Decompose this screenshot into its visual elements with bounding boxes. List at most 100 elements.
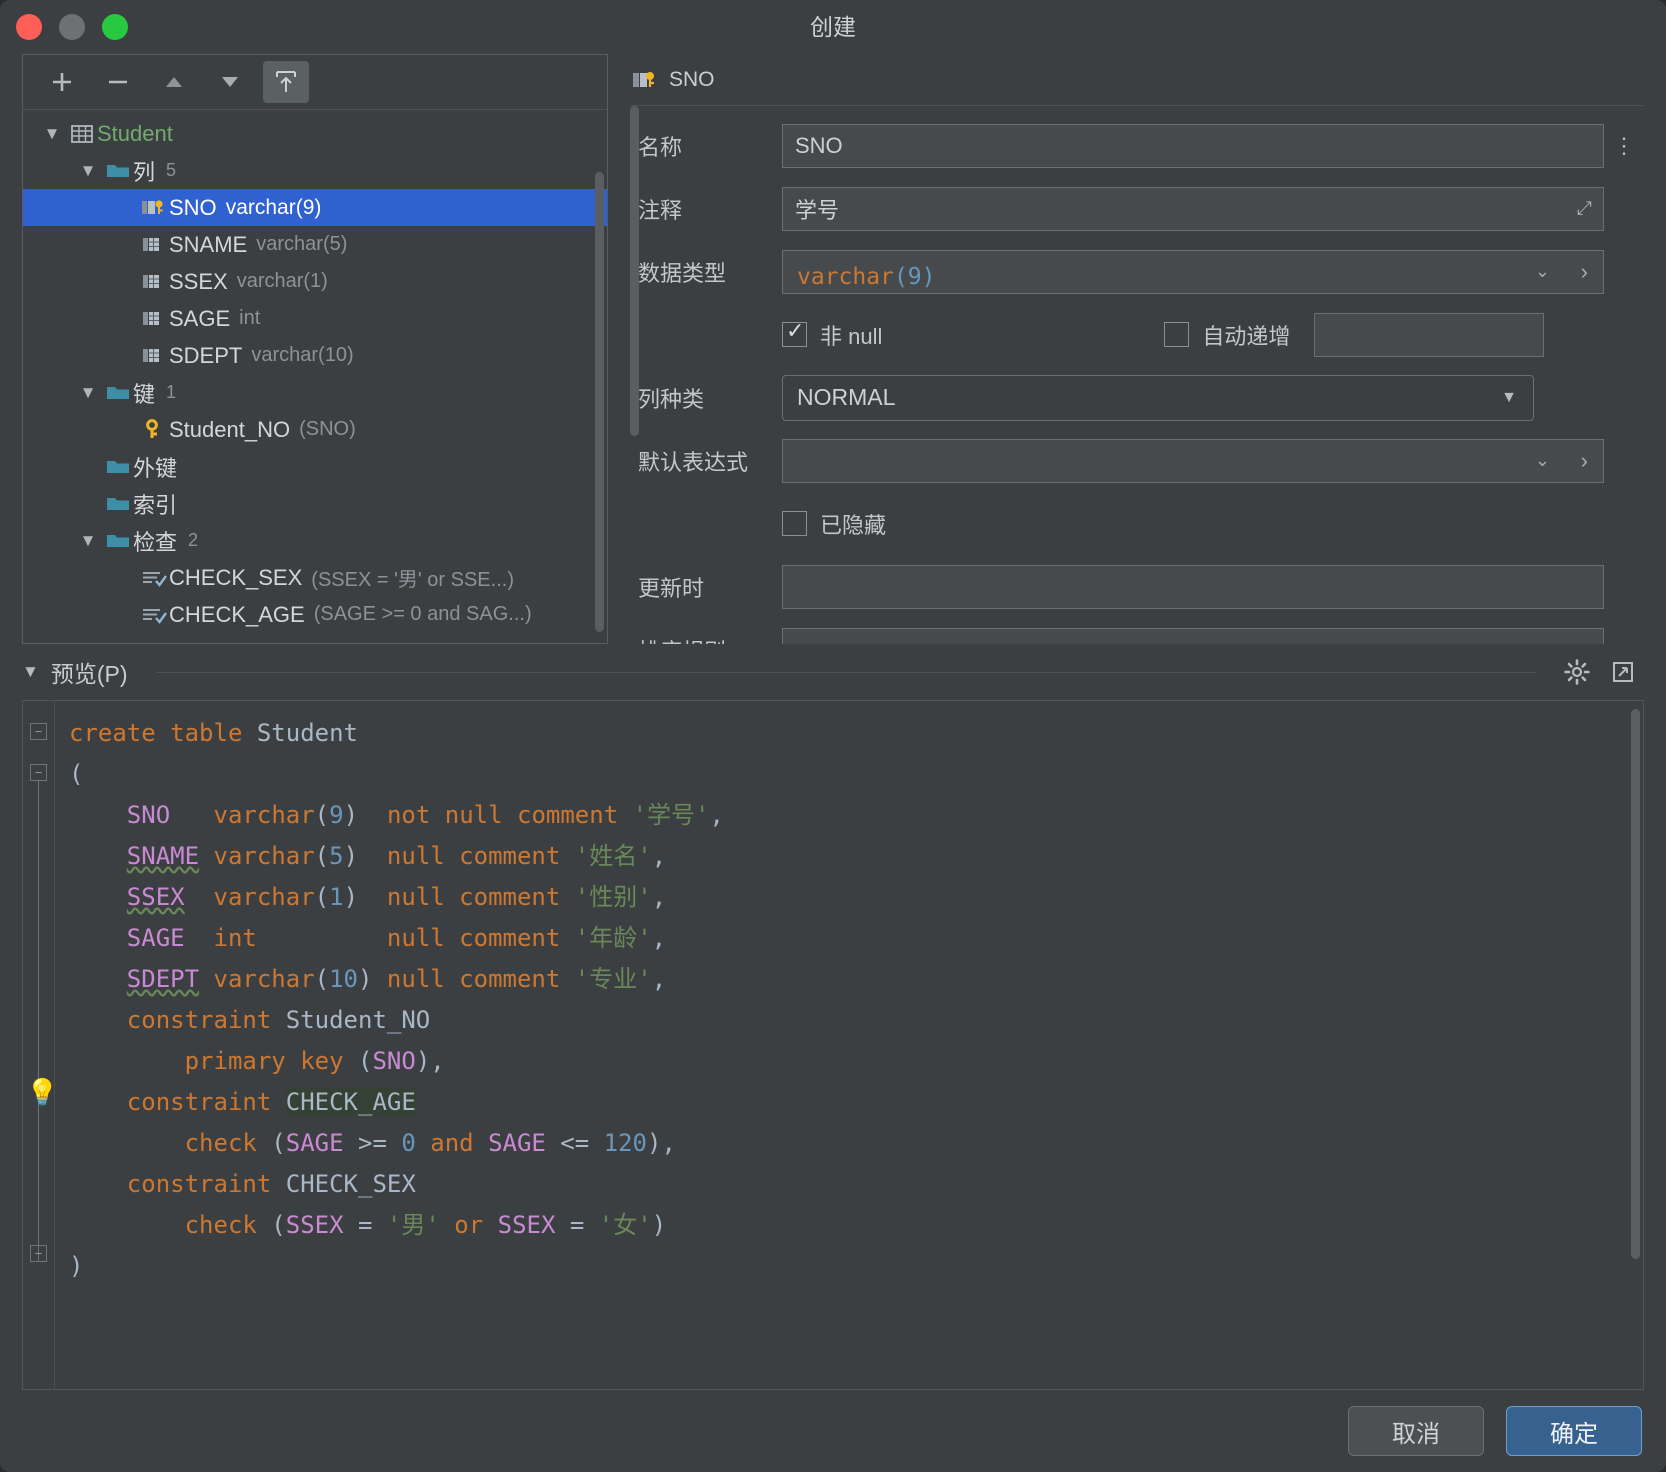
move-up-button[interactable] [151, 61, 197, 103]
title-bar: 创建 [0, 0, 1666, 54]
window-title: 创建 [810, 14, 856, 40]
tree-node-detail: (SNO) [299, 418, 356, 440]
sql-preview[interactable]: − − − 💡 create table Student ( SNO varch… [22, 700, 1644, 1390]
tree-node-count: 1 [166, 382, 177, 402]
not-null-checkbox-box[interactable] [782, 318, 807, 347]
tree-node-label: SDEPT [169, 342, 243, 368]
tree-expand-arrow[interactable]: ▼ [73, 161, 103, 181]
column-icon [139, 269, 169, 295]
export-to-file-button[interactable] [263, 61, 309, 103]
tree-node[interactable]: ▼CHECK_SEX(SSEX = '男' or SSE...) [23, 559, 607, 596]
default-expression-label: 默认表达式 [638, 449, 749, 475]
hidden-checkbox[interactable]: 已隐藏 [782, 493, 886, 555]
tree-scrollbar[interactable] [595, 172, 604, 632]
tree-node[interactable]: ▼CHECK_AGE(SAGE >= 0 and SAG...) [23, 596, 607, 633]
tree-expand-arrow[interactable]: ▼ [73, 383, 103, 403]
intention-bulb-icon[interactable]: 💡 [26, 1077, 58, 1108]
column-header-title: SNO [669, 67, 715, 91]
tree-node[interactable]: ▼ 检查 2 [23, 522, 607, 559]
move-down-button[interactable] [207, 61, 253, 103]
tree-node[interactable]: ▼SAGEint [23, 300, 607, 337]
code-scrollbar[interactable] [1631, 709, 1640, 1259]
tree-node-detail: int [239, 307, 261, 329]
key-icon [139, 417, 169, 443]
tree-node-label: 检查 [133, 529, 178, 555]
auto-increment-checkbox-box[interactable] [1164, 322, 1190, 347]
name-label: 名称 [638, 134, 683, 160]
tree-node-detail: varchar(10) [251, 344, 354, 366]
ok-button[interactable]: 确定 [1506, 1406, 1642, 1456]
tree-expand-arrow[interactable]: ▼ [37, 124, 67, 144]
fold-marker[interactable]: − [30, 1245, 47, 1262]
tree-node[interactable]: ▼ Student [23, 115, 607, 152]
tree-node-label: Student [97, 120, 173, 146]
object-tree[interactable]: ▼ Student ▼ 列5 ▼ SNO varchar(9) ▼ SNAME varchar(5… [23, 110, 607, 643]
tree-node[interactable]: ▼SSEXvarchar(1) [23, 263, 607, 300]
remove-button[interactable] [95, 61, 141, 103]
column-form: 名称 SNO ⋮ 注释 学号 ⤢ 数据类型 varchar (9) ⌄ › ✓ … [630, 106, 1644, 644]
gear-icon[interactable] [1564, 659, 1598, 685]
auto-increment-input[interactable] [1314, 312, 1545, 357]
tree-node[interactable]: ▼Student_NO(SNO) [23, 411, 607, 448]
check-icon [139, 602, 169, 628]
auto-increment-label: 自动递增 [1202, 323, 1291, 349]
fold-marker[interactable]: − [30, 764, 47, 781]
column-icon [139, 343, 169, 369]
on-update-input[interactable] [782, 564, 1604, 609]
name-input[interactable]: SNO [782, 123, 1604, 168]
datatype-label: 数据类型 [638, 260, 727, 286]
tree-node-detail: varchar(1) [236, 270, 328, 292]
cancel-button[interactable]: 取消 [1348, 1406, 1484, 1456]
add-button[interactable] [39, 61, 85, 103]
default-chevron-down-icon[interactable]: ⌄ [1535, 450, 1550, 471]
form-row-column-kind: 列种类 NORMAL ▼ [630, 366, 1644, 429]
form-scrollbar[interactable] [630, 106, 639, 436]
table-icon [67, 121, 97, 147]
preview-header: ▼ 预览(P) [0, 644, 1666, 700]
default-expression-input[interactable] [782, 438, 1604, 483]
auto-increment-checkbox[interactable]: 自动递增 [1164, 304, 1290, 366]
chevron-down-icon[interactable]: ⌄ [1535, 261, 1550, 282]
close-window-button[interactable] [16, 14, 42, 40]
more-options-icon[interactable]: ⋮ [1604, 133, 1644, 159]
expand-editor-icon[interactable]: ⤢ [1577, 198, 1592, 220]
chevron-right-icon[interactable]: › [1581, 259, 1588, 285]
column-icon [139, 306, 169, 332]
form-row-default: 默认表达式 ⌄ › [630, 429, 1644, 492]
tree-node[interactable]: ▼外键 [23, 448, 607, 485]
tree-node-detail: varchar(5) [256, 233, 348, 255]
tree-node[interactable]: ▼SNAMEvarchar(5) [23, 226, 607, 263]
tree-node[interactable]: ▼ 键 1 [23, 374, 607, 411]
create-table-dialog: 创建 ▼ Student ▼ 列 5 SNO varchar(9) SNAME … [0, 0, 1666, 1472]
editor-gutter[interactable]: − − − 💡 [23, 701, 58, 1389]
preview-collapse-icon[interactable]: ▼ [22, 662, 39, 682]
sql-code[interactable]: create table Student ( SNO varchar(9) no… [55, 701, 1643, 1389]
on-update-label: 更新时 [638, 575, 705, 601]
tree-node-label: SSEX [169, 268, 228, 294]
comment-input[interactable]: 学号 [782, 186, 1604, 231]
tree-node-label: SNAME [169, 231, 248, 257]
default-chevron-right-icon[interactable]: › [1581, 448, 1588, 474]
tree-node[interactable]: ▼索引 [23, 485, 607, 522]
fold-marker[interactable]: − [30, 723, 47, 740]
tree-node[interactable]: ▼SNOvarchar(9) [23, 189, 607, 226]
tree-node-detail: (SAGE >= 0 and SAG...) [313, 603, 532, 625]
tree-node-label: CHECK_AGE [169, 601, 305, 627]
hidden-checkbox-box[interactable] [782, 511, 807, 536]
expand-icon[interactable] [1610, 659, 1644, 685]
collation-input[interactable] [782, 627, 1604, 644]
not-null-checkbox[interactable]: 非 null [782, 304, 882, 366]
folder-icon [103, 491, 133, 517]
column-kind-value: NORMAL [797, 384, 896, 410]
folder-icon [103, 380, 133, 406]
column-properties-panel: SNO 名称 SNO ⋮ 注释 学号 ⤢ 数据类型 varchar (9) ⌄ … [630, 54, 1644, 644]
maximize-window-button[interactable] [102, 14, 128, 40]
tree-node-label: 外键 [133, 455, 178, 481]
datatype-input[interactable]: varchar (9) [782, 249, 1604, 294]
tree-node[interactable]: ▼SDEPTvarchar(10) [23, 337, 607, 374]
column-kind-label: 列种类 [638, 386, 705, 412]
tree-expand-arrow[interactable]: ▼ [73, 531, 103, 551]
tree-node[interactable]: ▼ 列 5 [23, 152, 607, 189]
column-kind-select[interactable]: NORMAL ▼ [782, 374, 1534, 421]
minimize-window-button[interactable] [59, 14, 85, 40]
